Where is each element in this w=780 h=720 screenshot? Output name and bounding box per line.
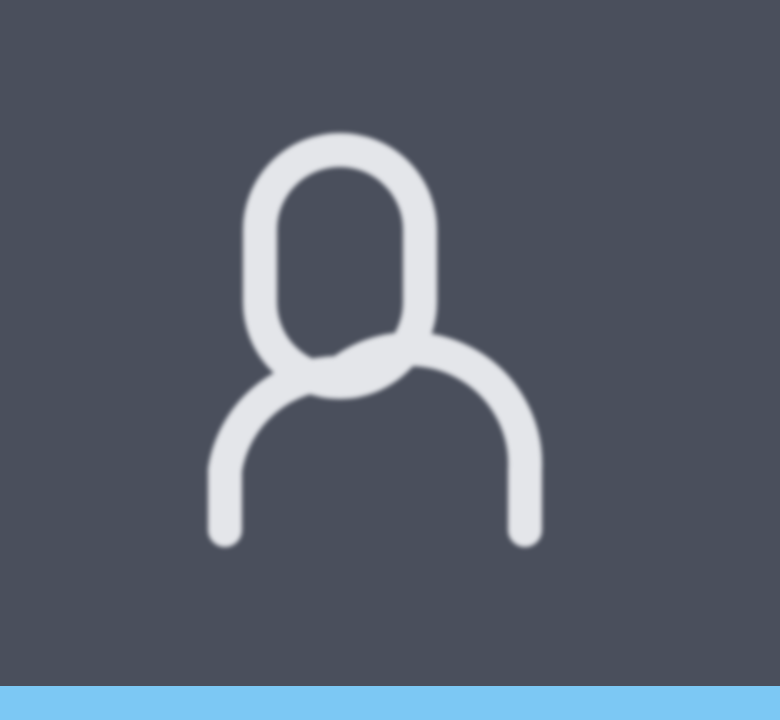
account-tab[interactable] [0,0,780,720]
user-icon [190,130,570,560]
active-tab-indicator [0,686,780,720]
